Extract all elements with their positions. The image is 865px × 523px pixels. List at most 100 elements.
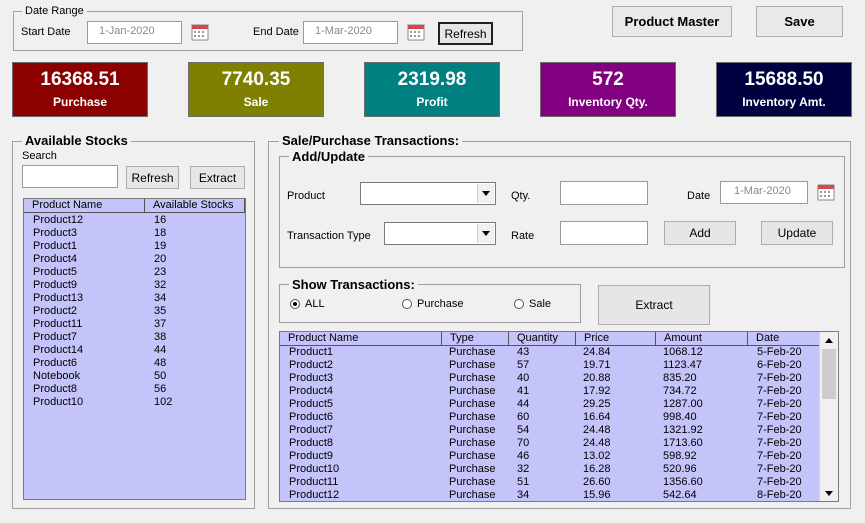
kpi-inventory-amt: 15688.50 Inventory Amt. — [716, 62, 852, 117]
calendar-icon[interactable] — [191, 23, 209, 41]
stock-row[interactable]: Product8 56 — [24, 383, 245, 396]
stock-row[interactable]: Product7 38 — [24, 331, 245, 344]
stock-row[interactable]: Notebook 50 — [24, 370, 245, 383]
stock-refresh-button[interactable]: Refresh — [126, 166, 179, 189]
stock-row[interactable]: Product2 35 — [24, 305, 245, 318]
radio-sale[interactable]: Sale — [514, 298, 551, 310]
stock-row[interactable]: Product14 44 — [24, 344, 245, 357]
stock-row[interactable]: Product11 37 — [24, 318, 245, 331]
transaction-type-dropdown[interactable] — [384, 222, 496, 245]
save-button[interactable]: Save — [756, 6, 843, 37]
add-button[interactable]: Add — [664, 221, 736, 245]
transaction-row[interactable]: Product5 Purchase 44 29.25 1287.00 7-Feb-20 — [280, 398, 820, 411]
date-cell: 5-Feb-20 — [757, 346, 802, 358]
product-name-cell: Product3 — [289, 372, 334, 384]
product-name-cell: Product1 — [289, 346, 334, 358]
product-name-cell: Product11 — [289, 476, 339, 488]
show-extract-button[interactable]: Extract — [598, 285, 710, 325]
rate-input[interactable] — [560, 221, 648, 245]
amount-cell: 734.72 — [663, 385, 697, 397]
type-cell: Purchase — [449, 450, 496, 462]
update-button[interactable]: Update — [761, 221, 833, 245]
stock-row[interactable]: Product10 102 — [24, 396, 245, 409]
radio-label: Purchase — [417, 298, 464, 310]
transaction-row[interactable]: Product7 Purchase 54 24.48 1321.92 7-Feb-20 — [280, 424, 820, 437]
kpi-label: Purchase — [52, 95, 108, 109]
product-name-cell: Product9 — [289, 450, 334, 462]
stock-count-cell: 20 — [154, 253, 167, 265]
kpi-value: 2319.98 — [397, 69, 467, 90]
stock-search-input[interactable] — [22, 165, 118, 188]
transaction-row[interactable]: Product9 Purchase 46 13.02 598.92 7-Feb-20 — [280, 450, 820, 463]
kpi-value: 7740.35 — [221, 69, 291, 90]
radio-button[interactable] — [402, 299, 412, 309]
scroll-up-icon[interactable] — [820, 332, 838, 348]
dropdown-arrow-icon[interactable] — [477, 224, 494, 243]
start-date-field[interactable]: 1-Jan-2020 — [87, 21, 182, 44]
product-dropdown[interactable] — [360, 182, 496, 205]
date-label: Date — [687, 190, 711, 202]
price-cell: 16.28 — [583, 463, 611, 475]
stock-row[interactable]: Product12 16 — [24, 214, 245, 227]
stock-row[interactable]: Product13 34 — [24, 292, 245, 305]
transaction-row[interactable]: Product3 Purchase 40 20.88 835.20 7-Feb-20 — [280, 372, 820, 385]
quantity-cell: 54 — [517, 424, 530, 436]
product-name-cell: Product7 — [33, 331, 78, 343]
radio-button[interactable] — [290, 299, 300, 309]
product-name-cell: Notebook — [33, 370, 81, 382]
end-date-field[interactable]: 1-Mar-2020 — [303, 21, 398, 44]
transaction-row[interactable]: Product2 Purchase 57 19.71 1123.47 6-Feb-20 — [280, 359, 820, 372]
transactions-scrollbar[interactable] — [819, 332, 838, 501]
type-cell: Purchase — [449, 476, 496, 488]
radio-all[interactable]: ALL — [290, 298, 325, 310]
stock-row[interactable]: Product1 19 — [24, 240, 245, 253]
stock-row[interactable]: Product3 18 — [24, 227, 245, 240]
stock-row[interactable]: Product6 48 — [24, 357, 245, 370]
transaction-row[interactable]: Product8 Purchase 70 24.48 1713.60 7-Feb-20 — [280, 437, 820, 450]
price-cell: 13.02 — [583, 450, 611, 462]
dropdown-arrow-icon[interactable] — [477, 184, 494, 203]
quantity-cell: 46 — [517, 450, 530, 462]
kpi-label: Inventory Amt. — [742, 95, 826, 109]
transaction-row[interactable]: Product6 Purchase 60 16.64 998.40 7-Feb-20 — [280, 411, 820, 424]
stock-count-cell: 38 — [154, 331, 167, 343]
type-cell: Purchase — [449, 424, 496, 436]
transaction-row[interactable]: Product11 Purchase 51 26.60 1356.60 7-Feb-20 — [280, 476, 820, 489]
amount-cell: 835.20 — [663, 372, 697, 384]
stock-list[interactable]: Product Name Available Stocks Product12 1… — [23, 198, 246, 500]
transaction-row[interactable]: Product10 Purchase 32 16.28 520.96 7-Feb-20 — [280, 463, 820, 476]
scroll-down-icon[interactable] — [820, 485, 838, 501]
type-cell: Purchase — [449, 411, 496, 423]
amount-cell: 598.92 — [663, 450, 697, 462]
transactions-list[interactable]: Product Name Type Quantity Price Amount … — [279, 331, 839, 502]
stock-row[interactable]: Product5 23 — [24, 266, 245, 279]
column-header: Date — [748, 332, 821, 345]
column-header: Quantity — [509, 332, 576, 345]
kpi-label: Profit — [416, 95, 448, 109]
stock-count-cell: 23 — [154, 266, 167, 278]
transaction-row[interactable]: Product1 Purchase 43 24.84 1068.12 5-Feb-20 — [280, 346, 820, 359]
transaction-date-field[interactable]: 1-Mar-2020 — [720, 181, 808, 204]
calendar-icon[interactable] — [407, 23, 425, 41]
stock-row[interactable]: Product9 32 — [24, 279, 245, 292]
radio-purchase[interactable]: Purchase — [402, 298, 463, 310]
kpi-inventory-qty: 572 Inventory Qty. — [540, 62, 676, 117]
column-header: Product Name — [280, 332, 442, 345]
stock-extract-button[interactable]: Extract — [190, 166, 245, 189]
product-master-button[interactable]: Product Master — [612, 6, 732, 37]
radio-button[interactable] — [514, 299, 524, 309]
transactions-list-header: Product Name Type Quantity Price Amount … — [280, 332, 821, 346]
transactions-title: Sale/Purchase Transactions: — [279, 133, 463, 148]
date-refresh-button[interactable]: Refresh — [438, 22, 493, 45]
start-date-label: Start Date — [21, 26, 71, 38]
quantity-cell: 32 — [517, 463, 530, 475]
stock-row[interactable]: Product4 20 — [24, 253, 245, 266]
type-cell: Purchase — [449, 359, 496, 371]
calendar-icon[interactable] — [817, 183, 835, 201]
transaction-row[interactable]: Product4 Purchase 41 17.92 734.72 7-Feb-20 — [280, 385, 820, 398]
kpi-value: 15688.50 — [744, 69, 824, 90]
transaction-row[interactable]: Product12 Purchase 34 15.96 542.64 8-Feb-20 — [280, 489, 820, 501]
scrollbar-thumb[interactable] — [822, 349, 836, 399]
qty-input[interactable] — [560, 181, 648, 205]
amount-cell: 1713.60 — [663, 437, 703, 449]
